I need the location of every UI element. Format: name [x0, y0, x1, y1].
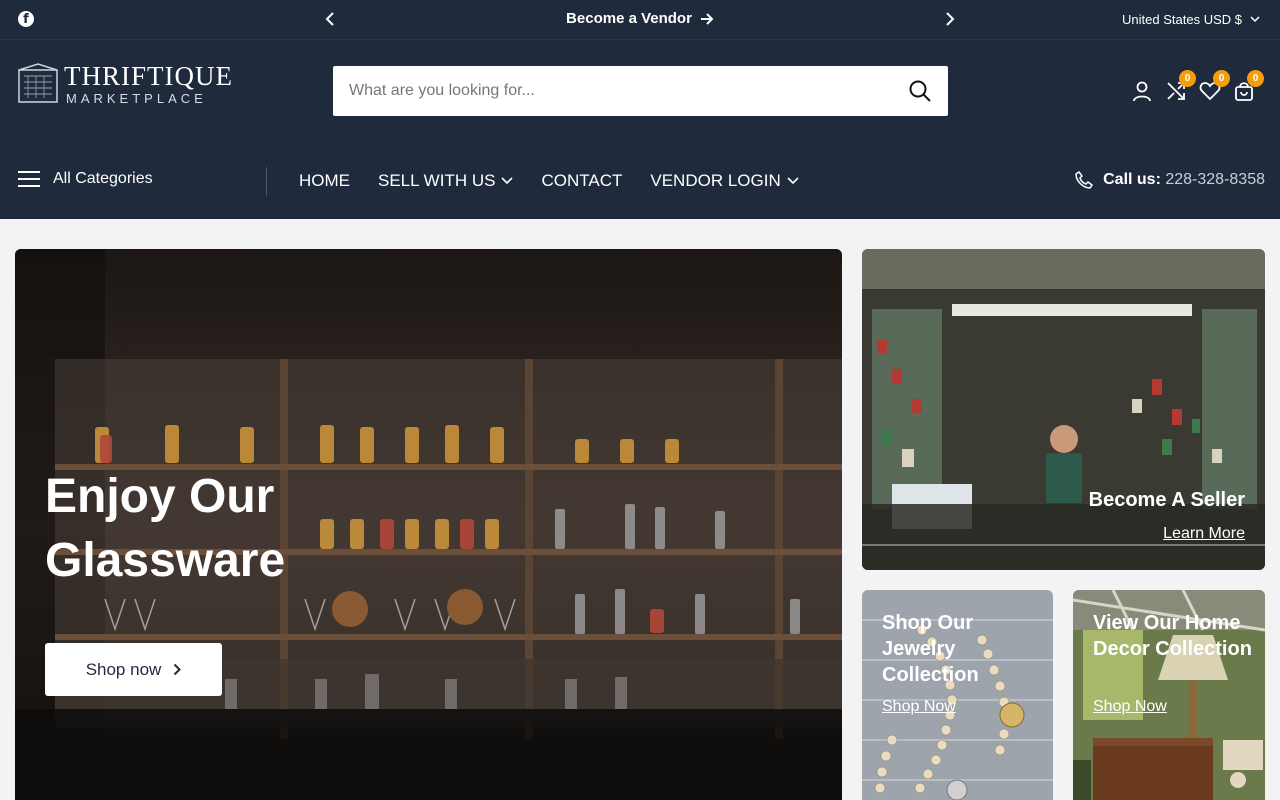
arrow-right-icon	[700, 12, 714, 25]
announcement-bar: f Become a Vendor United States USD $	[0, 0, 1280, 40]
phone-number: 228-328-8358	[1165, 171, 1265, 188]
search-icon[interactable]	[908, 79, 932, 103]
hero-banner[interactable]: Enjoy Our Glassware Shop now	[15, 249, 842, 800]
nav-menu: HOME SELL WITH US CONTACT VENDOR LOGIN	[299, 171, 799, 191]
nav-item-label: SELL WITH US	[378, 171, 496, 190]
cart-button[interactable]: 0	[1233, 70, 1264, 102]
currency-label: United States USD $	[1122, 12, 1242, 27]
site-header: THRIFTIQUE MARKETPLACE 0 0 0	[0, 40, 1280, 143]
announcement: Become a Vendor	[0, 10, 1280, 27]
nav-item-label: VENDOR LOGIN	[650, 171, 781, 190]
nav-item-vendor-login[interactable]: VENDOR LOGIN	[650, 171, 799, 191]
nav-item-home[interactable]: HOME	[299, 171, 350, 191]
become-seller-tile[interactable]: Become A Seller Learn More	[862, 249, 1265, 570]
account-icon[interactable]	[1131, 80, 1153, 102]
become-seller-title: Become A Seller	[1088, 489, 1245, 511]
all-categories-button[interactable]: All Categories	[17, 170, 153, 188]
jewelry-title: Shop Our Jewelry Collection	[882, 612, 979, 686]
chevron-down-icon	[501, 177, 514, 185]
currency-selector[interactable]: United States USD $	[1122, 12, 1260, 27]
nav-item-label: CONTACT	[541, 171, 623, 190]
shop-now-button[interactable]: Shop now	[45, 643, 222, 696]
learn-more-link[interactable]: Learn More	[1163, 525, 1245, 543]
home-decor-tile[interactable]: View Our Home Decor Collection Shop Now	[1073, 590, 1265, 800]
search-input[interactable]	[333, 66, 873, 116]
jewelry-shop-now-link[interactable]: Shop Now	[882, 698, 956, 716]
nav-item-sell-with-us[interactable]: SELL WITH US	[378, 171, 514, 191]
chevron-down-icon	[787, 177, 799, 185]
nav-item-label: HOME	[299, 171, 350, 190]
call-us[interactable]: Call us: 228-328-8358	[1075, 171, 1265, 189]
wishlist-button[interactable]: 0	[1199, 70, 1230, 102]
search-bar	[333, 66, 948, 116]
become-vendor-link[interactable]: Become a Vendor	[566, 10, 714, 27]
home-decor-shop-now-link[interactable]: Shop Now	[1093, 698, 1167, 716]
home-decor-title: View Our Home Decor Collection	[1093, 612, 1252, 660]
wishlist-count-badge: 0	[1213, 70, 1230, 87]
compare-button[interactable]: 0	[1165, 70, 1196, 102]
logo-subtitle: MARKETPLACE	[66, 91, 207, 106]
become-seller-image	[862, 249, 1265, 570]
jewelry-tile[interactable]: Shop Our Jewelry Collection Shop Now	[862, 590, 1053, 800]
logo-title: THRIFTIQUE	[64, 61, 233, 91]
nav-item-contact[interactable]: CONTACT	[541, 171, 622, 191]
cart-count-badge: 0	[1247, 70, 1264, 87]
chevron-right-icon	[174, 663, 182, 676]
menu-icon	[18, 171, 40, 187]
logo[interactable]: THRIFTIQUE MARKETPLACE	[16, 62, 233, 108]
all-categories-label: All Categories	[53, 170, 153, 187]
hero-title: Enjoy Our Glassware	[45, 470, 286, 587]
announcement-text: Become a Vendor	[566, 10, 692, 27]
shop-now-label: Shop now	[85, 659, 162, 679]
chevron-down-icon	[1250, 16, 1260, 23]
logo-mark-icon	[18, 63, 58, 103]
call-us-label: Call us:	[1103, 171, 1161, 188]
main-nav: All Categories HOME SELL WITH US CONTACT…	[0, 143, 1280, 219]
announcement-next-button[interactable]	[938, 8, 960, 30]
compare-count-badge: 0	[1179, 70, 1196, 87]
chevron-right-icon	[946, 12, 955, 26]
nav-divider	[266, 167, 267, 196]
phone-icon	[1075, 171, 1094, 189]
